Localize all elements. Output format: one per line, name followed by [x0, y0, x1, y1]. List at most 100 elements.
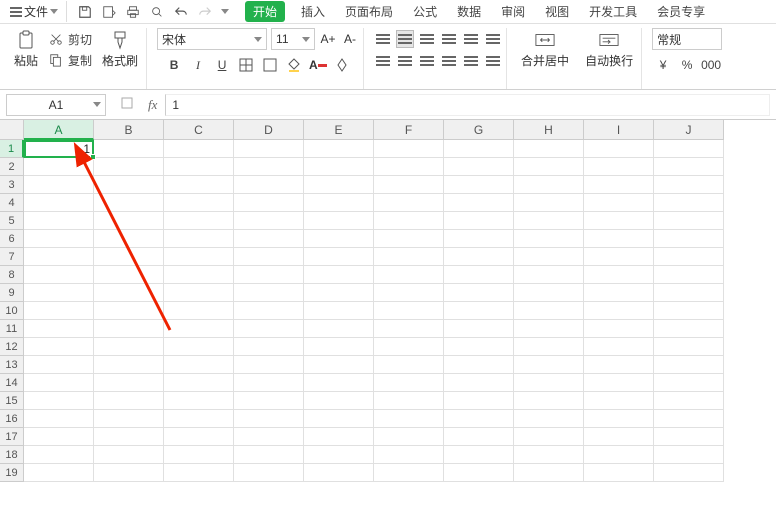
cell[interactable]	[234, 320, 304, 338]
cell[interactable]	[304, 176, 374, 194]
cell[interactable]	[24, 464, 94, 482]
font-color-button[interactable]: A	[309, 56, 327, 74]
cell[interactable]	[514, 464, 584, 482]
align-top-button[interactable]	[374, 30, 392, 48]
align-left-button[interactable]	[374, 52, 392, 70]
cell[interactable]	[304, 464, 374, 482]
cell[interactable]	[374, 176, 444, 194]
cell[interactable]	[304, 392, 374, 410]
cell[interactable]	[304, 374, 374, 392]
shrink-font-button[interactable]: A-	[341, 30, 359, 48]
cell[interactable]	[444, 392, 514, 410]
cell[interactable]	[304, 446, 374, 464]
cell[interactable]	[444, 410, 514, 428]
row-header[interactable]: 1	[0, 140, 24, 158]
cell[interactable]	[234, 446, 304, 464]
font-size-combo[interactable]: 11	[271, 28, 315, 50]
cell[interactable]	[164, 158, 234, 176]
cell[interactable]	[164, 284, 234, 302]
cell[interactable]	[514, 302, 584, 320]
cell[interactable]	[94, 140, 164, 158]
row-header[interactable]: 6	[0, 230, 24, 248]
cell[interactable]	[24, 194, 94, 212]
cell[interactable]	[654, 410, 724, 428]
cell[interactable]	[584, 356, 654, 374]
bold-button[interactable]: B	[165, 56, 183, 74]
thousands-button[interactable]: 000	[702, 56, 720, 74]
copy-button[interactable]: 复制	[48, 52, 92, 69]
formula-input[interactable]: 1	[165, 94, 770, 116]
cell[interactable]	[24, 212, 94, 230]
row-header[interactable]: 17	[0, 428, 24, 446]
cell[interactable]	[654, 248, 724, 266]
row-header[interactable]: 15	[0, 392, 24, 410]
cell[interactable]	[584, 392, 654, 410]
cell[interactable]	[24, 392, 94, 410]
cell[interactable]	[164, 428, 234, 446]
cell[interactable]	[444, 446, 514, 464]
cell[interactable]	[514, 176, 584, 194]
cell[interactable]	[584, 230, 654, 248]
row-header[interactable]: 7	[0, 248, 24, 266]
cell[interactable]	[304, 338, 374, 356]
cell[interactable]	[234, 266, 304, 284]
cell[interactable]	[444, 338, 514, 356]
cell[interactable]	[164, 230, 234, 248]
cell[interactable]	[444, 194, 514, 212]
number-format-combo[interactable]: 常规	[652, 28, 722, 50]
cell[interactable]	[514, 266, 584, 284]
cell[interactable]	[24, 284, 94, 302]
column-header[interactable]: F	[374, 120, 444, 140]
cell[interactable]	[374, 194, 444, 212]
cell[interactable]	[234, 356, 304, 374]
cell[interactable]	[24, 176, 94, 194]
cell[interactable]	[584, 338, 654, 356]
italic-button[interactable]: I	[189, 56, 207, 74]
cell[interactable]	[444, 428, 514, 446]
print-icon[interactable]	[125, 4, 141, 20]
cell[interactable]	[374, 266, 444, 284]
cell[interactable]	[514, 410, 584, 428]
cell[interactable]	[164, 212, 234, 230]
cell[interactable]	[234, 410, 304, 428]
cell[interactable]	[374, 302, 444, 320]
tab-page-layout[interactable]: 页面布局	[341, 1, 397, 22]
column-header[interactable]: H	[514, 120, 584, 140]
cell[interactable]	[164, 248, 234, 266]
cell[interactable]	[654, 176, 724, 194]
cell[interactable]	[94, 338, 164, 356]
cell[interactable]	[374, 248, 444, 266]
cell[interactable]	[94, 194, 164, 212]
cell[interactable]	[654, 320, 724, 338]
tab-data[interactable]: 数据	[453, 1, 485, 22]
decrease-indent-button[interactable]	[462, 30, 480, 48]
tab-developer[interactable]: 开发工具	[585, 1, 641, 22]
cell[interactable]	[514, 446, 584, 464]
cell[interactable]	[234, 464, 304, 482]
cell[interactable]	[94, 284, 164, 302]
cell[interactable]	[24, 230, 94, 248]
cell[interactable]	[584, 302, 654, 320]
cell[interactable]	[514, 158, 584, 176]
increase-indent-button[interactable]	[484, 30, 502, 48]
cell[interactable]	[94, 374, 164, 392]
cell[interactable]	[374, 410, 444, 428]
cell[interactable]	[234, 176, 304, 194]
cell[interactable]	[24, 248, 94, 266]
cell[interactable]	[164, 410, 234, 428]
fill-handle[interactable]	[90, 154, 96, 160]
cell[interactable]	[234, 194, 304, 212]
undo-icon[interactable]	[173, 4, 189, 20]
cell[interactable]	[164, 176, 234, 194]
cell[interactable]	[164, 374, 234, 392]
redo-icon[interactable]	[197, 4, 213, 20]
cell[interactable]	[94, 302, 164, 320]
cell[interactable]	[374, 140, 444, 158]
cell[interactable]	[94, 248, 164, 266]
cell[interactable]	[514, 194, 584, 212]
cell[interactable]	[24, 410, 94, 428]
qat-more-icon[interactable]	[221, 9, 229, 14]
cell[interactable]	[94, 158, 164, 176]
cell[interactable]	[514, 212, 584, 230]
column-header[interactable]: I	[584, 120, 654, 140]
